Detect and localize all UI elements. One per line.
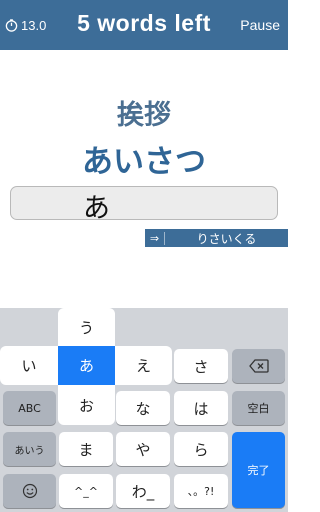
key-kana-mode[interactable]: あいう: [3, 432, 56, 466]
flick-up-u[interactable]: う: [58, 308, 115, 346]
key-na[interactable]: な: [116, 391, 170, 425]
answer-text: あ: [83, 193, 110, 224]
next-word-hint: ⇒ りさいくる: [145, 229, 288, 247]
key-kaomoji[interactable]: ^_^: [59, 474, 113, 508]
pause-button[interactable]: Pause: [240, 17, 280, 33]
key-sa[interactable]: さ: [174, 349, 228, 383]
next-word-text: りさいくる: [196, 231, 257, 246]
key-ra[interactable]: ら: [174, 432, 228, 466]
reading-word: あいさつ: [82, 144, 206, 180]
arrow-right-icon: ⇒: [145, 231, 165, 245]
flick-center-a[interactable]: あ: [58, 346, 115, 385]
key-abc[interactable]: ABC: [3, 391, 56, 425]
flick-keyboard: さ ABC な は 空白 あいう ま や ら 完了 ^_^ わ_ 、。?! う …: [0, 308, 288, 512]
key-punctuation[interactable]: 、。?!: [174, 474, 228, 508]
header-bar: 13.0 5 words left Pause: [0, 0, 288, 50]
key-space[interactable]: 空白: [232, 391, 285, 425]
key-ha[interactable]: は: [174, 391, 228, 425]
key-ya[interactable]: や: [116, 432, 170, 466]
answer-input[interactable]: あ: [10, 186, 278, 224]
done-button[interactable]: 完了: [232, 432, 285, 508]
flick-left-i[interactable]: い: [0, 346, 58, 385]
kanji-word: 挨拶: [117, 100, 171, 131]
backspace-icon: [248, 359, 269, 373]
backspace-key[interactable]: [232, 349, 285, 383]
flick-down-o[interactable]: お: [58, 385, 115, 425]
emoji-icon: [22, 483, 37, 499]
key-ma[interactable]: ま: [59, 432, 113, 466]
key-wa[interactable]: わ_: [116, 474, 170, 508]
flick-right-e[interactable]: え: [115, 346, 172, 385]
emoji-key[interactable]: [3, 474, 56, 508]
